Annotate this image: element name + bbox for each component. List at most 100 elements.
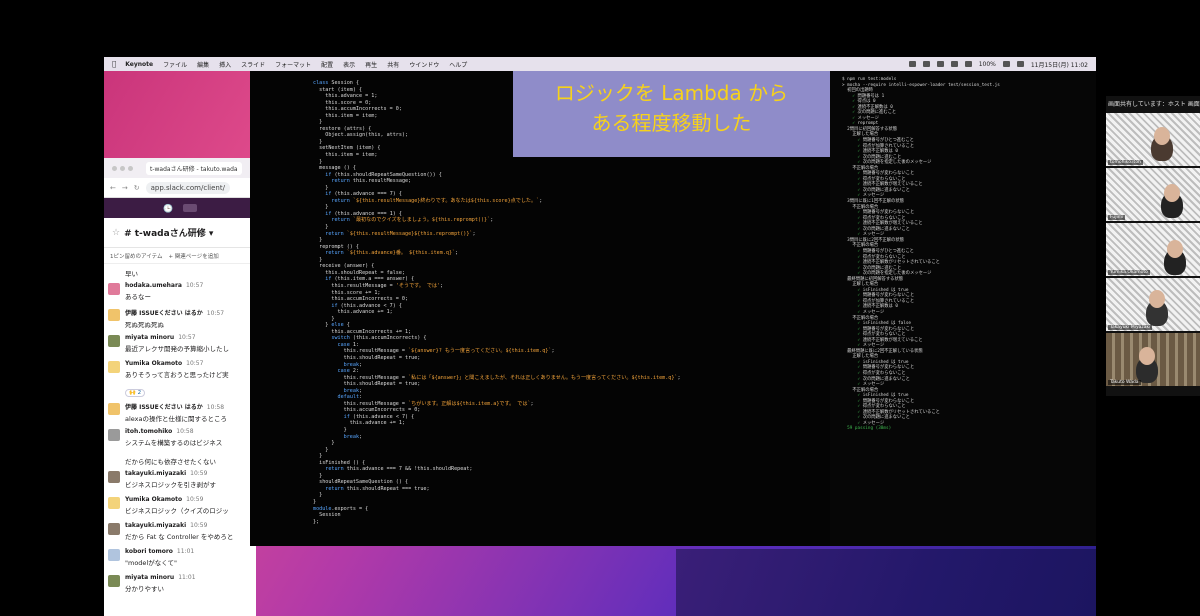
forward-arrow-icon[interactable]: → bbox=[122, 184, 128, 192]
message-author[interactable]: miyata minoru bbox=[125, 574, 174, 581]
message-author[interactable]: 伊藤 ISSUEください はるか bbox=[125, 404, 203, 411]
menu-item-format[interactable]: フォーマット bbox=[275, 60, 311, 69]
message-timestamp[interactable]: 10:59 bbox=[186, 496, 203, 503]
menu-item-help[interactable]: ヘルプ bbox=[449, 60, 467, 69]
menu-item-file[interactable]: ファイル bbox=[163, 60, 187, 69]
add-bookmark-link[interactable]: + 関連ページを追加 bbox=[168, 252, 218, 260]
avatar[interactable] bbox=[108, 403, 120, 415]
participant-tile[interactable]: Takuto Wada bbox=[1106, 333, 1200, 386]
participant-tile[interactable]: Yumika.Okamoto bbox=[1106, 223, 1200, 276]
back-arrow-icon[interactable]: ← bbox=[110, 184, 116, 192]
message-timestamp[interactable]: 10:59 bbox=[190, 470, 207, 477]
menu-item-view[interactable]: 表示 bbox=[343, 60, 355, 69]
menu-item-arrange[interactable]: 配置 bbox=[321, 60, 333, 69]
pinned-items-link[interactable]: 1ピン留めのアイテム bbox=[110, 252, 162, 260]
message-author[interactable]: hodaka.umehara bbox=[125, 282, 182, 289]
reaction-badge[interactable]: 🙌 2 bbox=[125, 389, 146, 397]
battery-icon[interactable] bbox=[1002, 61, 1010, 67]
menu-clock[interactable]: 11月15日(月) 11:02 bbox=[1031, 60, 1088, 69]
avatar[interactable] bbox=[108, 361, 120, 373]
dropbox-icon[interactable] bbox=[908, 61, 916, 67]
message-text: あるなー bbox=[125, 293, 151, 301]
menu-item-edit[interactable]: 編集 bbox=[197, 60, 209, 69]
apple-icon[interactable]:  bbox=[112, 60, 116, 68]
wifi-icon[interactable] bbox=[964, 61, 972, 67]
minimize-window-icon[interactable] bbox=[120, 165, 125, 171]
menu-item-insert[interactable]: 挿入 bbox=[219, 60, 231, 69]
message-author[interactable]: Yumika Okamoto bbox=[125, 360, 182, 367]
menu-extras: 100% 11月15日(月) 11:02 bbox=[902, 57, 1088, 71]
battery-status[interactable]: 100% bbox=[979, 61, 996, 68]
shield-icon[interactable] bbox=[936, 61, 944, 67]
participant-tile[interactable]: Fujimi bbox=[1106, 168, 1200, 221]
participant-name: tomohiko.itoh bbox=[1108, 160, 1143, 165]
channel-name[interactable]: # t-wadaさん研修 ▾ bbox=[124, 226, 213, 239]
message[interactable]: miyata minoru 11:01 分かりやすい bbox=[108, 574, 252, 596]
browser-tab[interactable]: t-wadaさん研修 - takuto.wada bbox=[146, 161, 242, 175]
participant-tile[interactable]: Takayuki Miyazaki bbox=[1106, 278, 1200, 331]
message-text: "modelがなくて" bbox=[125, 559, 178, 567]
message[interactable]: takayuki.miyazaki 10:59 ビジネスロジックを引き剥がす bbox=[108, 470, 252, 492]
message-timestamp[interactable]: 10:57 bbox=[207, 310, 224, 317]
message[interactable]: hodaka.umehara 10:57 あるなー bbox=[108, 282, 252, 304]
zoom-window-icon[interactable] bbox=[128, 165, 133, 171]
reload-icon[interactable]: ↻ bbox=[134, 184, 140, 192]
slack-window: t-wadaさん研修 - takuto.wada ← → ↻ app.slack… bbox=[104, 158, 256, 616]
message-continuation[interactable]: だから何にも依存させたくない bbox=[108, 454, 252, 466]
message[interactable]: miyata minoru 10:57 最近アレクサ開発の予算縮小したし bbox=[108, 334, 252, 356]
message-timestamp[interactable]: 10:58 bbox=[207, 404, 224, 411]
message-author[interactable]: takayuki.miyazaki bbox=[125, 522, 186, 529]
participant-tile[interactable]: tomohiko.itoh bbox=[1106, 113, 1200, 166]
message-header: takayuki.miyazaki 10:59 bbox=[125, 470, 252, 477]
message-author[interactable]: itoh.tomohiko bbox=[125, 428, 172, 435]
message[interactable]: Yumika Okamoto 10:57 ありそうって言おうと思ったけど実 🙌 2 bbox=[108, 360, 252, 398]
star-icon[interactable]: ☆ bbox=[112, 228, 120, 238]
message-author[interactable]: Yumika Okamoto bbox=[125, 496, 182, 503]
message[interactable]: 伊藤 ISSUEください はるか 10:57 死ぬ死ぬ死ぬ bbox=[108, 308, 252, 330]
message[interactable]: Yumika Okamoto 10:59 ビジネスロジック（クイズのロジッ bbox=[108, 496, 252, 518]
avatar[interactable] bbox=[108, 549, 120, 561]
menu-app-name[interactable]: Keynote bbox=[125, 61, 153, 68]
message-author[interactable]: miyata minoru bbox=[125, 334, 174, 341]
avatar[interactable] bbox=[108, 575, 120, 587]
avatar[interactable] bbox=[108, 471, 120, 483]
message-author[interactable]: kobori tomoro bbox=[125, 548, 173, 555]
history-clock-icon[interactable]: 🕒 bbox=[163, 204, 173, 213]
participant-name: Yumika.Okamoto bbox=[1108, 270, 1150, 275]
search-icon[interactable] bbox=[1016, 61, 1024, 67]
message-continuation[interactable]: 早い bbox=[108, 266, 252, 278]
menu-item-play[interactable]: 再生 bbox=[365, 60, 377, 69]
participant-name: Fujimi bbox=[1108, 215, 1126, 220]
bluetooth-icon[interactable] bbox=[950, 61, 958, 67]
url-field[interactable]: app.slack.com/client/ bbox=[145, 181, 230, 194]
message-author[interactable]: 伊藤 ISSUEください はるか bbox=[125, 310, 203, 317]
message-timestamp[interactable]: 10:59 bbox=[190, 522, 207, 529]
message-header: Yumika Okamoto 10:57 bbox=[125, 360, 252, 367]
message-timestamp[interactable]: 10:57 bbox=[186, 360, 203, 367]
close-window-icon[interactable] bbox=[112, 165, 117, 171]
avatar[interactable] bbox=[108, 523, 120, 535]
participant-face bbox=[1167, 240, 1183, 258]
menu-item-window[interactable]: ウインドウ bbox=[409, 60, 439, 69]
message[interactable]: itoh.tomohiko 10:58 システムを構築するのはビジネス bbox=[108, 428, 252, 450]
message-timestamp[interactable]: 10:57 bbox=[186, 282, 203, 289]
slack-search-box[interactable] bbox=[182, 204, 197, 212]
avatar[interactable] bbox=[108, 283, 120, 295]
message[interactable]: kobori tomoro 11:01 "modelがなくて" bbox=[108, 548, 252, 570]
message-timestamp[interactable]: 11:01 bbox=[178, 574, 195, 581]
message-author[interactable]: takayuki.miyazaki bbox=[125, 470, 186, 477]
cloud-icon[interactable] bbox=[922, 61, 930, 67]
message-timestamp[interactable]: 10:57 bbox=[178, 334, 195, 341]
message-body: takayuki.miyazaki 10:59 ビジネスロジックを引き剥がす bbox=[125, 470, 252, 492]
message-timestamp[interactable]: 10:58 bbox=[176, 428, 193, 435]
avatar[interactable] bbox=[108, 309, 120, 321]
message-text: ありそうって言おうと思ったけど実 bbox=[125, 371, 229, 379]
message[interactable]: 伊藤 ISSUEください はるか 10:58 alexaの操作と仕様に関するところ bbox=[108, 402, 252, 424]
avatar[interactable] bbox=[108, 497, 120, 509]
menu-item-slide[interactable]: スライド bbox=[241, 60, 265, 69]
message[interactable]: takayuki.miyazaki 10:59 だから Fat な Controll… bbox=[108, 522, 252, 544]
menu-item-share[interactable]: 共有 bbox=[387, 60, 399, 69]
avatar[interactable] bbox=[108, 335, 120, 347]
avatar[interactable] bbox=[108, 429, 120, 441]
message-timestamp[interactable]: 11:01 bbox=[177, 548, 194, 555]
